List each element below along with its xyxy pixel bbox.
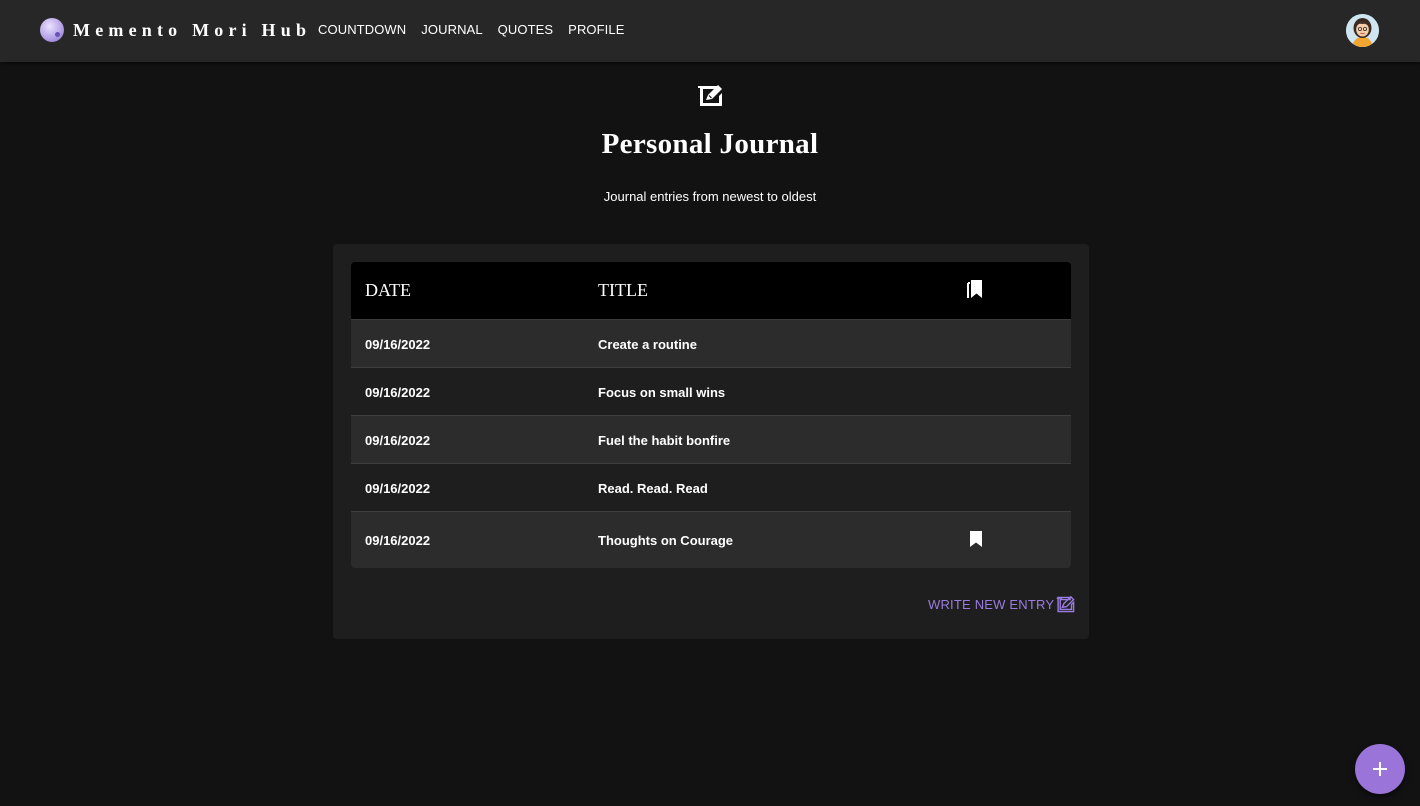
column-header-date[interactable]: DATE	[365, 280, 411, 301]
edit-note-icon	[698, 85, 722, 106]
entry-title[interactable]: Fuel the habit bonfire	[598, 433, 730, 448]
entry-date: 09/16/2022	[365, 385, 431, 400]
entry-title[interactable]: Thoughts on Courage	[598, 533, 733, 548]
table-row[interactable]: 09/16/2022 Focus on small wins	[351, 368, 1071, 416]
write-new-entry-label: WRITE NEW ENTRY	[928, 597, 1055, 612]
table-row[interactable]: 09/16/2022 Read. Read. Read	[351, 464, 1071, 512]
main-nav: COUNTDOWN JOURNAL QUOTES PROFILE	[318, 22, 640, 37]
edit-note-icon	[1056, 596, 1075, 613]
bookmarks-icon[interactable]	[965, 278, 987, 300]
nav-item-journal[interactable]: JOURNAL	[421, 22, 482, 37]
journal-card: DATE TITLE 09/16/2022 Create a routine 0…	[333, 244, 1089, 639]
page-title: Personal Journal	[601, 128, 819, 160]
plus-icon	[1373, 762, 1387, 776]
avatar-image	[1346, 14, 1379, 47]
skull-icon	[40, 18, 64, 42]
column-header-title[interactable]: TITLE	[598, 280, 648, 301]
bookmark-icon[interactable]	[969, 530, 983, 548]
nav-item-profile[interactable]: PROFILE	[568, 22, 624, 37]
entry-title[interactable]: Focus on small wins	[598, 385, 725, 400]
entry-title[interactable]: Read. Read. Read	[598, 481, 708, 496]
table-row[interactable]: 09/16/2022 Fuel the habit bonfire	[351, 416, 1071, 464]
avatar[interactable]	[1346, 14, 1379, 47]
nav-item-quotes[interactable]: QUOTES	[498, 22, 554, 37]
entry-title[interactable]: Create a routine	[598, 337, 697, 352]
nav-item-countdown[interactable]: COUNTDOWN	[318, 22, 406, 37]
table-header: DATE TITLE	[351, 262, 1071, 320]
entry-date: 09/16/2022	[365, 481, 431, 496]
brand-name: Memento Mori Hub	[73, 19, 312, 40]
brand[interactable]: Memento Mori Hub	[40, 18, 311, 42]
page-subtitle: Journal entries from newest to oldest	[603, 189, 817, 204]
add-entry-fab[interactable]	[1355, 744, 1405, 794]
table-row[interactable]: 09/16/2022 Thoughts on Courage	[351, 512, 1071, 568]
top-app-bar: Memento Mori Hub COUNTDOWN JOURNAL QUOTE…	[0, 0, 1420, 62]
journal-table: DATE TITLE 09/16/2022 Create a routine 0…	[351, 262, 1071, 568]
entry-date: 09/16/2022	[365, 433, 431, 448]
table-row[interactable]: 09/16/2022 Create a routine	[351, 320, 1071, 368]
write-new-entry-button[interactable]: WRITE NEW ENTRY	[928, 596, 1075, 613]
entry-date: 09/16/2022	[365, 337, 431, 352]
entry-date: 09/16/2022	[365, 533, 431, 548]
